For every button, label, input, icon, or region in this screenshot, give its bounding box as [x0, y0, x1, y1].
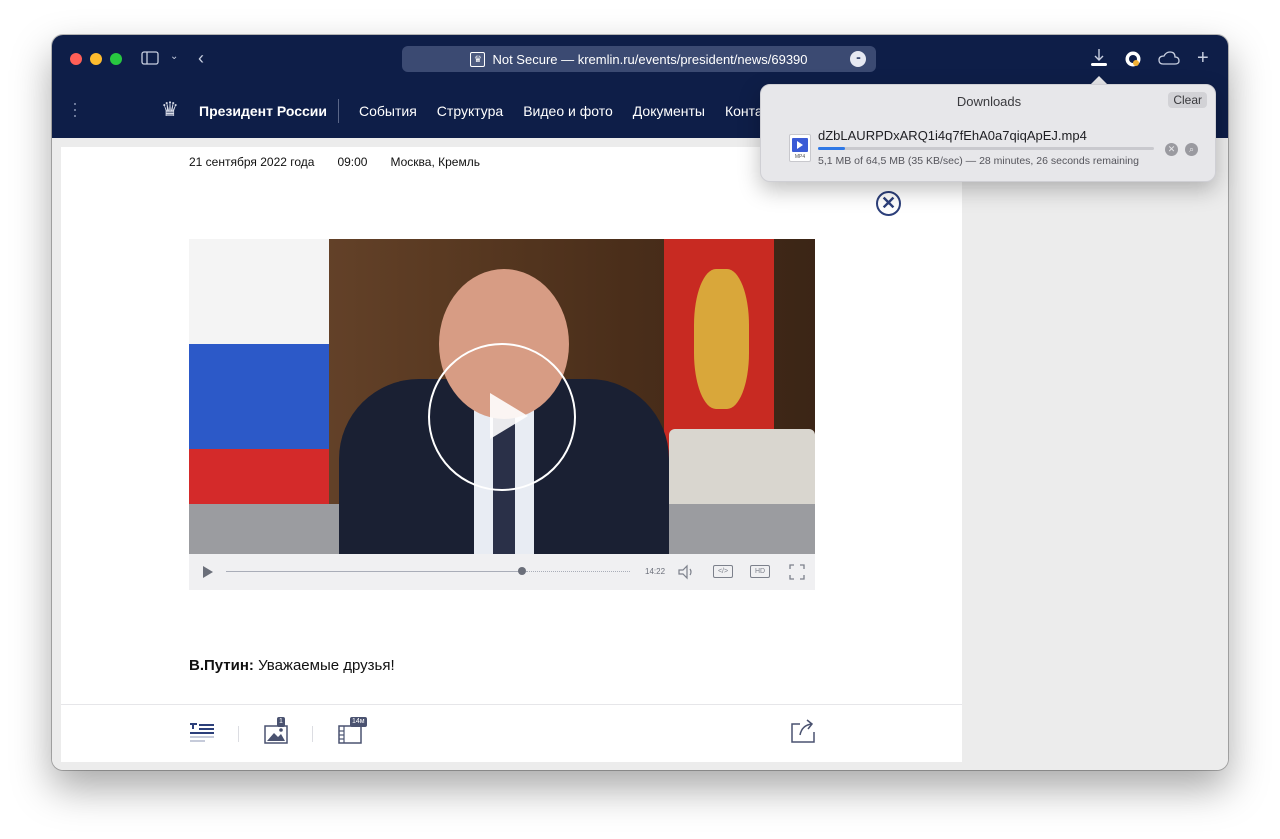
article-place[interactable]: Москва, Кремль	[390, 155, 479, 169]
reveal-in-finder-icon[interactable]: ⌕	[1185, 143, 1198, 156]
toolbar-divider	[238, 726, 239, 742]
download-status: 5,1 MB of 64,5 MB (35 KB/sec) — 28 minut…	[818, 155, 1139, 167]
traffic-lights	[70, 53, 122, 65]
video-controls: 14:22 </> HD	[189, 554, 815, 590]
nav-item-events[interactable]: События	[359, 103, 417, 119]
zoom-window-button[interactable]	[110, 53, 122, 65]
site-brand[interactable]: Президент России	[199, 103, 327, 119]
video-duration: 14:22	[645, 567, 666, 576]
volume-icon[interactable]	[677, 564, 695, 584]
mp4-file-icon[interactable]: MP4	[789, 134, 811, 162]
video-player[interactable]	[189, 239, 815, 554]
nav-links: События Структура Видео и фото Документы…	[359, 103, 785, 119]
extension-icon[interactable]	[1124, 50, 1142, 71]
cloud-icon[interactable]	[1158, 51, 1180, 68]
photo-count-badge: 1	[277, 717, 285, 727]
play-icon[interactable]	[490, 393, 528, 439]
titlebar: ⌄ ‹ ♛ Not Secure — kremlin.ru/events/pre…	[52, 35, 1228, 83]
seek-track-buffer[interactable]	[526, 571, 630, 572]
share-icon[interactable]	[790, 718, 816, 749]
transcript-quote: В.Путин: Уважаемые друзья!	[189, 657, 395, 674]
downloads-title: Downloads	[956, 94, 1022, 109]
article-toolbar: 1 14м	[61, 704, 962, 762]
close-window-button[interactable]	[70, 53, 82, 65]
chevron-down-icon[interactable]: ⌄	[170, 52, 178, 62]
downloads-popover: Downloads Clear MP4 dZbLAURPDxARQ1i4q7fE…	[760, 84, 1216, 182]
standard-emblem	[694, 269, 749, 409]
new-tab-icon[interactable]: +	[1197, 48, 1209, 68]
minimize-window-button[interactable]	[90, 53, 102, 65]
seek-knob[interactable]	[518, 567, 526, 575]
more-icon[interactable]: •••	[850, 51, 866, 67]
flag-stripe-blue	[189, 344, 329, 449]
stop-download-icon[interactable]: ✕	[1165, 143, 1178, 156]
hd-icon[interactable]: HD	[750, 565, 770, 578]
article-meta: 21 сентября 2022 года 09:00 Москва, Крем…	[189, 155, 503, 169]
menu-dots-icon[interactable]: · · ·	[72, 94, 78, 124]
nav-item-structure[interactable]: Структура	[437, 103, 503, 119]
download-progress-bar	[818, 147, 1154, 150]
flag-stripe-white	[189, 239, 329, 344]
download-filename[interactable]: dZbLAURPDxARQ1i4q7fEhA0a7qiqApEJ.mp4	[818, 128, 1087, 143]
text-view-icon[interactable]	[189, 722, 215, 749]
back-icon[interactable]: ‹	[198, 49, 204, 67]
site-emblem-icon: ♛	[470, 51, 486, 67]
file-icon-play	[797, 141, 803, 149]
nav-divider	[338, 99, 339, 123]
clear-downloads-button[interactable]: Clear	[1168, 92, 1207, 108]
article-panel: 21 сентября 2022 года 09:00 Москва, Крем…	[61, 147, 962, 762]
play-small-icon[interactable]	[203, 566, 213, 578]
address-bar[interactable]: ♛ Not Secure — kremlin.ru/events/preside…	[402, 46, 876, 72]
sidebar-toggle-icon[interactable]	[141, 51, 159, 68]
quote-speaker: В.Путин:	[189, 657, 254, 674]
download-progress-fill	[818, 147, 845, 150]
article-date: 21 сентября 2022 года	[189, 155, 315, 169]
embed-icon[interactable]: </>	[713, 565, 733, 578]
article-time: 09:00	[337, 155, 368, 169]
download-icon[interactable]	[1090, 48, 1108, 71]
nav-item-documents[interactable]: Документы	[633, 103, 705, 119]
close-article-icon[interactable]: ✕	[876, 191, 901, 216]
nav-item-video-photo[interactable]: Видео и фото	[523, 103, 613, 119]
address-text: Not Secure — kremlin.ru/events/president…	[492, 51, 808, 67]
quote-text: Уважаемые друзья!	[253, 657, 395, 674]
file-type-label: MP4	[794, 154, 806, 160]
seek-track[interactable]	[226, 571, 522, 572]
fullscreen-icon[interactable]	[789, 564, 805, 584]
toolbar-divider	[312, 726, 313, 742]
video-count-badge: 14м	[350, 717, 367, 727]
coat-of-arms-icon[interactable]: ♛	[156, 96, 184, 124]
